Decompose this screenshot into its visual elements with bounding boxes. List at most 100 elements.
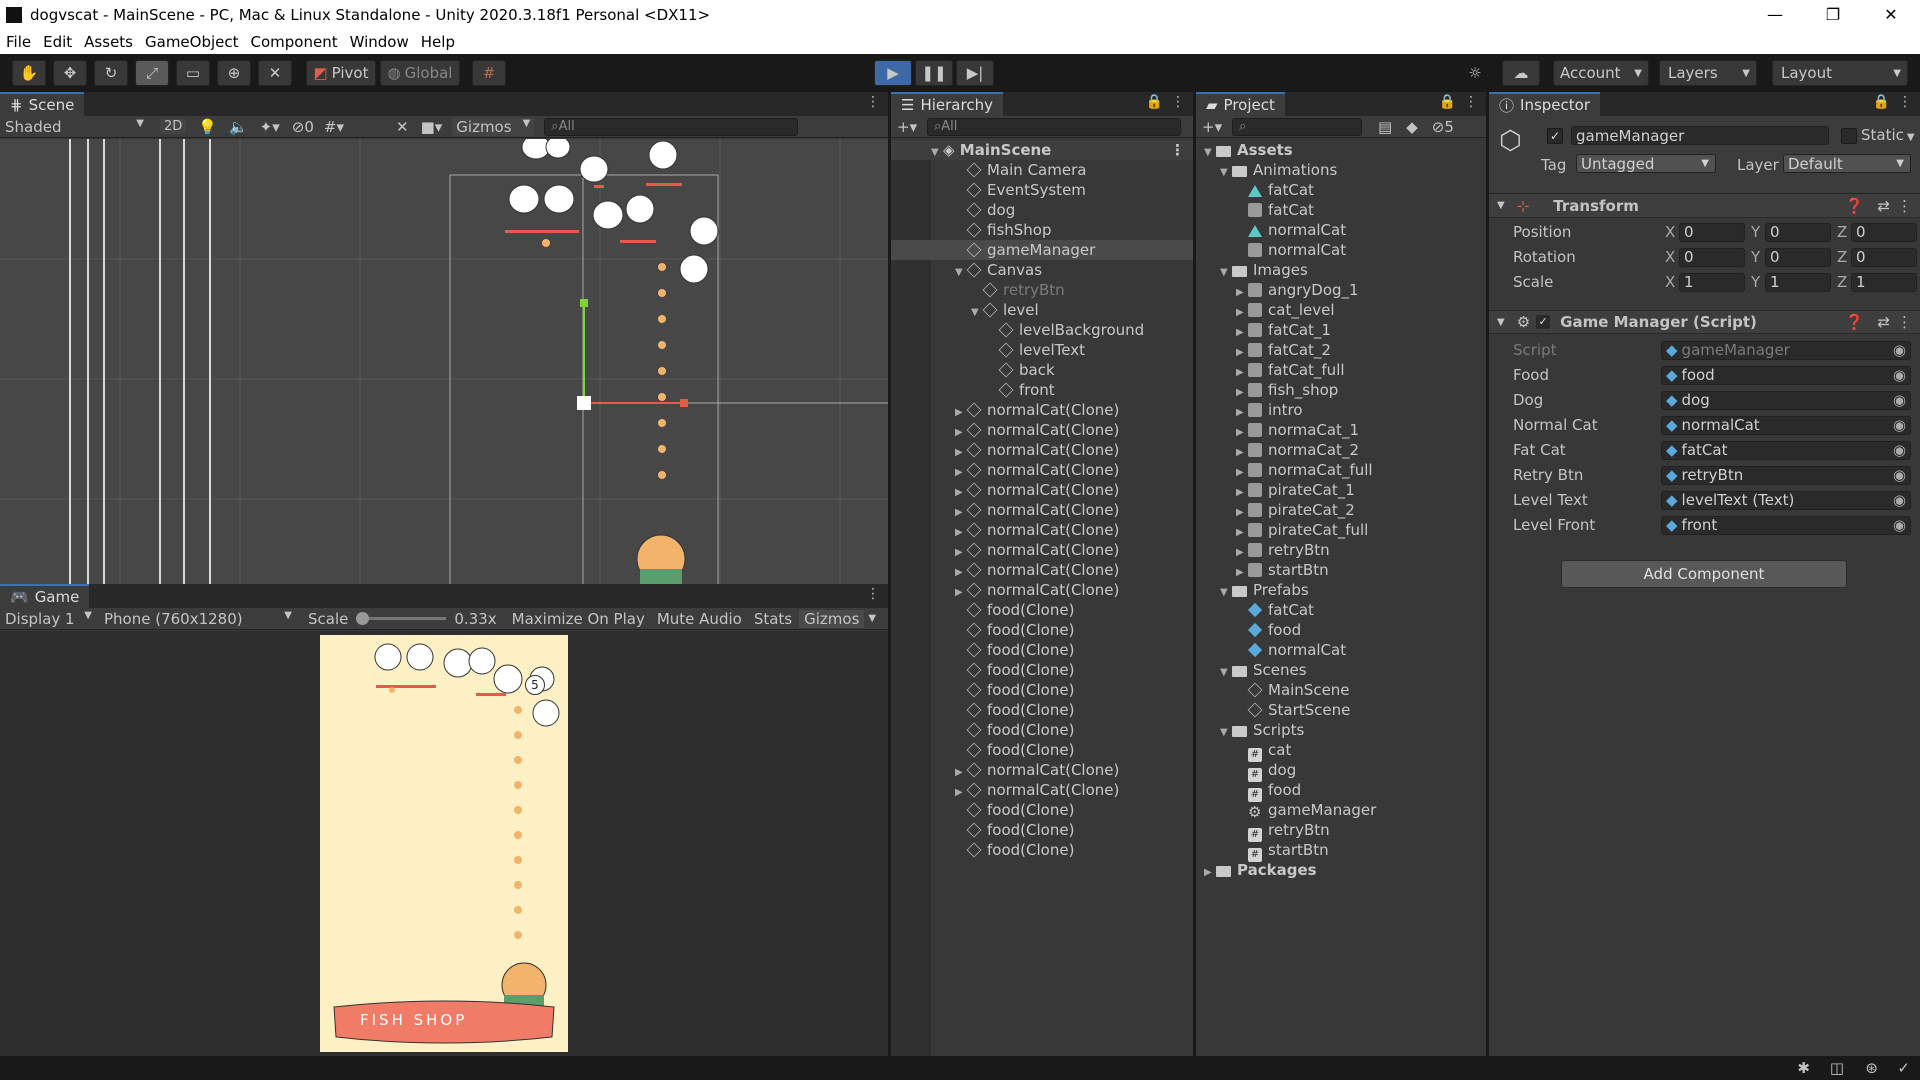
hierarchy-item[interactable]: food(Clone)	[891, 740, 1193, 760]
tab-inspector[interactable]: ⓘ Inspector	[1489, 92, 1600, 116]
project-item[interactable]: ▶ angryDog_1	[1196, 280, 1486, 300]
hierarchy-search-input[interactable]: ⌕ All	[927, 117, 1181, 136]
hierarchy-item[interactable]: EventSystem	[891, 180, 1193, 200]
create-asset-button[interactable]: +▾	[1196, 118, 1232, 136]
component-enabled-checkbox[interactable]: ✓	[1536, 315, 1551, 329]
object-name-field[interactable]: gameManager	[1571, 126, 1829, 145]
hierarchy-item[interactable]: levelBackground	[891, 320, 1193, 340]
cache-icon[interactable]: ⊛	[1865, 1059, 1878, 1077]
object-picker-icon[interactable]: ◉	[1893, 366, 1906, 384]
hierarchy-item[interactable]: food(Clone)	[891, 640, 1193, 660]
close-icon[interactable]: ✕	[1862, 0, 1920, 29]
add-component-button[interactable]: Add Component	[1561, 560, 1847, 588]
project-item[interactable]: ▶ fatCat_1	[1196, 320, 1486, 340]
game-view[interactable]: 5 FISH SHOP	[320, 635, 568, 1052]
script-component-header[interactable]: ▼ ⚙ ✓ Game Manager (Script) ❓ ⇄ ⋮	[1489, 310, 1920, 334]
project-item[interactable]: MainScene	[1196, 680, 1486, 700]
tag-dropdown[interactable]: Untagged ▼	[1576, 154, 1716, 173]
project-item[interactable]: ▶ fatCat_2	[1196, 340, 1486, 360]
debug-icon[interactable]: ✱	[1797, 1059, 1810, 1077]
hierarchy-item[interactable]: Main Camera	[891, 160, 1193, 180]
hierarchy-item[interactable]: levelText	[891, 340, 1193, 360]
preset-icon[interactable]: ⇄	[1877, 313, 1890, 331]
pause-button[interactable]: ❚❚	[915, 60, 953, 86]
y-axis-label[interactable]: Y	[1751, 273, 1760, 291]
hierarchy-item[interactable]: ▶ normalCat(Clone)	[891, 520, 1193, 540]
object-picker-icon[interactable]: ◉	[1893, 516, 1906, 534]
hierarchy-item[interactable]: ▶ normalCat(Clone)	[891, 760, 1193, 780]
object-picker-icon[interactable]: ◉	[1893, 441, 1906, 459]
object-reference-field[interactable]: ◆ food ◉	[1661, 365, 1911, 385]
expand-arrow-icon[interactable]: ▶	[1204, 863, 1216, 883]
menu-window[interactable]: Window	[344, 33, 415, 51]
more-icon[interactable]: ⋮	[866, 94, 880, 110]
project-item[interactable]: normalCat	[1196, 240, 1486, 260]
project-item[interactable]: ▶ fish_shop	[1196, 380, 1486, 400]
project-item[interactable]: ▼ Images	[1196, 260, 1486, 280]
resolution-dropdown[interactable]: Phone (760x1280) ▼	[96, 610, 296, 628]
menu-gameobject[interactable]: GameObject	[139, 33, 245, 51]
project-item[interactable]: ▼ Scripts	[1196, 720, 1486, 740]
menu-help[interactable]: Help	[415, 33, 461, 51]
z-axis-label[interactable]: Z	[1837, 248, 1847, 266]
hierarchy-item[interactable]: front	[891, 380, 1193, 400]
scale-slider[interactable]	[356, 612, 447, 625]
project-item[interactable]: ▶ cat_level	[1196, 300, 1486, 320]
stats-toggle[interactable]: Stats	[749, 610, 797, 628]
transform-x-field[interactable]: 1	[1679, 272, 1745, 292]
project-item[interactable]: ▶ pirateCat_full	[1196, 520, 1486, 540]
project-item[interactable]: normalCat	[1196, 640, 1486, 660]
object-reference-field[interactable]: ◆ front ◉	[1661, 515, 1911, 535]
object-picker-icon[interactable]: ◉	[1893, 491, 1906, 509]
hierarchy-item[interactable]: ▶ normalCat(Clone)	[891, 460, 1193, 480]
menu-file[interactable]: File	[0, 33, 37, 51]
hierarchy-item[interactable]: food(Clone)	[891, 600, 1193, 620]
layers-dropdown[interactable]: Layers ▼	[1659, 60, 1757, 86]
move-tool-icon[interactable]: ✥	[53, 60, 87, 86]
display-dropdown[interactable]: Display 1 ▼	[0, 610, 96, 628]
help-icon[interactable]: ❓	[1845, 197, 1864, 215]
z-axis-label[interactable]: Z	[1837, 223, 1847, 241]
shading-dropdown[interactable]: Shaded ▼	[0, 118, 150, 136]
more-icon[interactable]: ⋮	[1170, 140, 1185, 160]
tab-hierarchy[interactable]: ☰ Hierarchy	[891, 92, 1003, 116]
layout-dropdown[interactable]: Layout ▼	[1772, 60, 1908, 86]
object-picker-icon[interactable]: ◉	[1893, 416, 1906, 434]
project-item[interactable]: # food	[1196, 780, 1486, 802]
transform-x-field[interactable]: 0	[1679, 247, 1745, 267]
filter-type-icon[interactable]: ▤	[1378, 118, 1392, 136]
snap-grid-icon[interactable]: #	[472, 60, 506, 86]
hierarchy-item[interactable]: food(Clone)	[891, 660, 1193, 680]
mode-2d-toggle[interactable]: 2D	[160, 119, 187, 134]
x-axis-label[interactable]: X	[1665, 248, 1675, 266]
active-checkbox[interactable]: ✓	[1547, 128, 1563, 144]
layers-stack-icon[interactable]: ◫	[1830, 1059, 1844, 1077]
transform-z-field[interactable]: 0	[1851, 222, 1917, 242]
menu-component[interactable]: Component	[245, 33, 344, 51]
object-picker-icon[interactable]: ◉	[1893, 466, 1906, 484]
hierarchy-item[interactable]: food(Clone)	[891, 840, 1193, 860]
x-axis-label[interactable]: X	[1665, 223, 1675, 241]
tab-scene[interactable]: ⋕ Scene	[0, 92, 85, 116]
transform-y-field[interactable]: 0	[1765, 222, 1831, 242]
tab-game[interactable]: 🎮 Game	[0, 584, 90, 608]
lock-icon[interactable]: 🔒	[1873, 94, 1890, 110]
hierarchy-item[interactable]: ▶ normalCat(Clone)	[891, 580, 1193, 600]
more-icon[interactable]: ⋮	[1898, 94, 1912, 110]
z-axis-label[interactable]: Z	[1837, 273, 1847, 291]
hierarchy-item[interactable]: dog	[891, 200, 1193, 220]
transform-y-field[interactable]: 0	[1765, 247, 1831, 267]
gizmos-dropdown[interactable]: Gizmos ▼	[452, 117, 535, 136]
project-item[interactable]: ▶ Packages	[1196, 860, 1486, 880]
y-axis-label[interactable]: Y	[1751, 248, 1760, 266]
transform-header[interactable]: ▼ ⊹ Transform ❓ ⇄ ⋮	[1489, 194, 1920, 218]
transform-tool-icon[interactable]: ⊕	[217, 60, 251, 86]
hierarchy-item[interactable]: food(Clone)	[891, 820, 1193, 840]
hierarchy-item[interactable]: ▶ normalCat(Clone)	[891, 500, 1193, 520]
object-picker-icon[interactable]: ◉	[1893, 341, 1906, 359]
project-item[interactable]: ▶ startBtn	[1196, 560, 1486, 580]
object-reference-field[interactable]: ◆ fatCat ◉	[1661, 440, 1911, 460]
maximize-icon[interactable]: ❐	[1804, 0, 1862, 29]
project-item[interactable]: ▼ Assets	[1196, 140, 1486, 160]
project-item[interactable]: ▼ Prefabs	[1196, 580, 1486, 600]
